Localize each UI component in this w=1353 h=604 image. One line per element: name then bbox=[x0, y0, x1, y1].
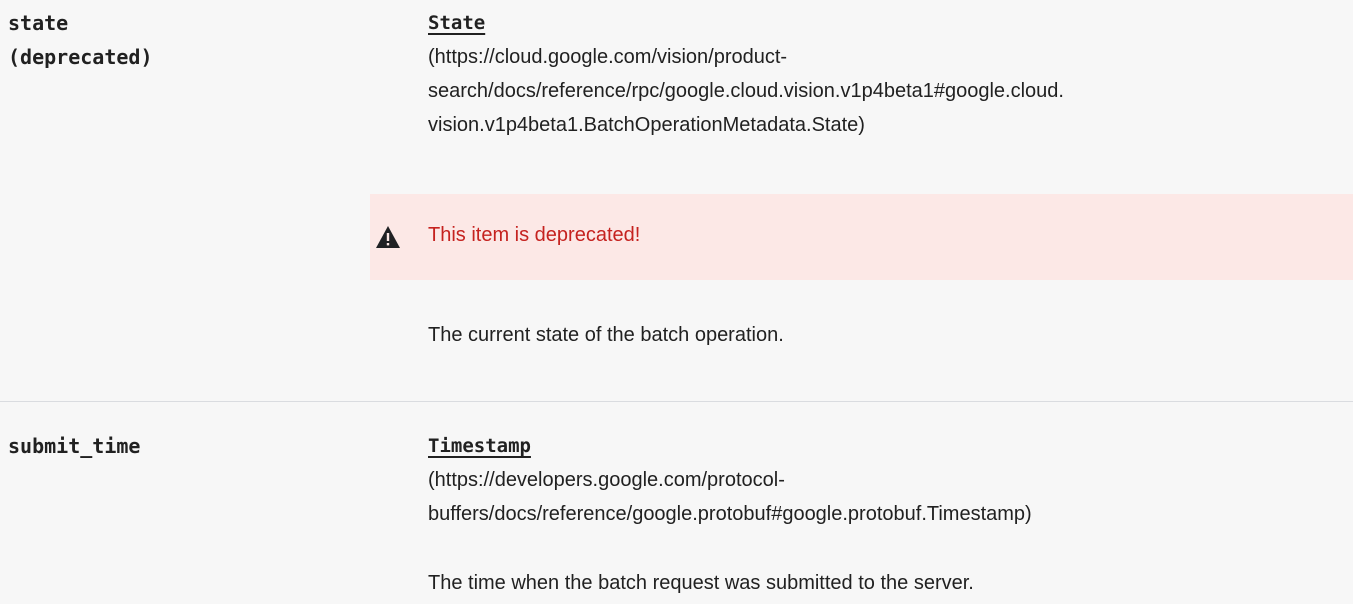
field-name-submit-time: submit_time bbox=[8, 429, 140, 463]
warning-icon bbox=[376, 226, 400, 248]
field-detail-state: State (https://cloud.google.com/vision/p… bbox=[428, 6, 1328, 142]
field-name-state: state (deprecated) bbox=[8, 6, 153, 74]
field-detail-submit-time: Timestamp (https://developers.google.com… bbox=[428, 429, 1328, 531]
type-link-timestamp[interactable]: Timestamp bbox=[428, 429, 1328, 463]
type-url-line: (https://developers.google.com/protocol- bbox=[428, 469, 785, 491]
type-url-line: (https://cloud.google.com/vision/product… bbox=[428, 46, 788, 68]
type-url-line: buffers/docs/reference/google.protobuf#g… bbox=[428, 503, 1032, 525]
field-name-deprecated-tag: (deprecated) bbox=[8, 45, 153, 69]
type-url-line: search/docs/reference/rpc/google.cloud.v… bbox=[428, 80, 1064, 102]
table-row-state: state (deprecated) State (https://cloud.… bbox=[0, 0, 1353, 402]
table-row-submit-time: submit_time Timestamp (https://developer… bbox=[0, 402, 1353, 604]
type-link-state[interactable]: State bbox=[428, 6, 1328, 40]
field-name-line: submit_time bbox=[8, 434, 141, 458]
type-url-state: (https://cloud.google.com/vision/product… bbox=[428, 40, 1328, 142]
field-reference-table: state (deprecated) State (https://cloud.… bbox=[0, 0, 1353, 604]
type-url-timestamp: (https://developers.google.com/protocol-… bbox=[428, 463, 1328, 531]
deprecation-message: This item is deprecated! bbox=[428, 224, 641, 246]
field-name-line: state bbox=[8, 11, 69, 35]
field-description-state: The current state of the batch operation… bbox=[428, 324, 784, 346]
type-url-line: vision.v1p4beta1.BatchOperationMetadata.… bbox=[428, 114, 865, 136]
field-description-submit-time: The time when the batch request was subm… bbox=[428, 572, 974, 594]
deprecation-banner: This item is deprecated! bbox=[370, 194, 1353, 280]
